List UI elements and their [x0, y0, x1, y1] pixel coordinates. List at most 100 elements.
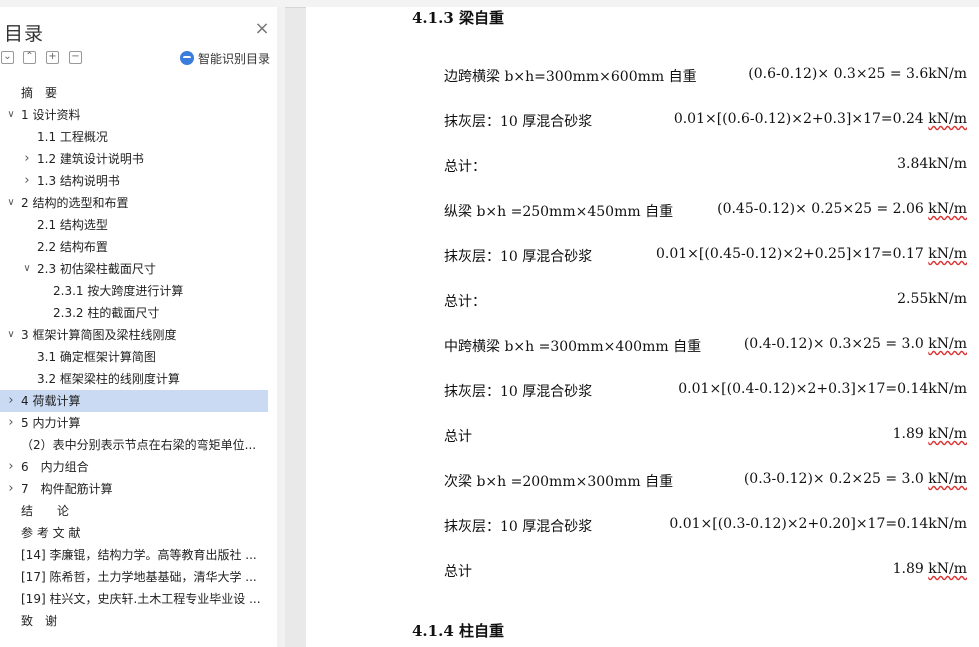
toc-panel: 目录 × ⌄ ⌃ + − 智能识别目录 摘 要 ∨ 1 设计资料 1.1 工程概况 › 1…: [0, 7, 278, 647]
toc-item[interactable]: ∨ 2.3 初估梁柱截面尺寸: [0, 258, 268, 280]
toc-item-label: 7 构件配筋计算: [21, 482, 113, 496]
toc-item[interactable]: [17] 陈希哲，土力学地基基础，清华大学 ...: [0, 566, 268, 588]
calc-line-label: 抹灰层：10 厚混合砂浆: [444, 249, 593, 265]
toc-item-label: [19] 柱兴文，史庆轩.土木工程专业毕业设 ...: [21, 592, 261, 606]
add-heading-icon[interactable]: +: [46, 51, 59, 64]
chevron-right-icon[interactable]: ›: [21, 148, 33, 170]
close-icon[interactable]: ×: [254, 20, 270, 38]
toc-item[interactable]: › 1.2 建筑设计说明书: [0, 148, 268, 170]
calc-line-formula: 0.01×[(0.6-0.12)×2+0.3]×17=0.24 kN/m: [673, 111, 967, 127]
expand-all-icon[interactable]: ⌃: [23, 51, 36, 64]
toc-scrollbar[interactable]: [277, 7, 285, 647]
smart-toc-button[interactable]: 智能识别目录: [180, 50, 270, 66]
toc-item-label: （2）表中分别表示节点在右梁的弯矩单位...: [21, 438, 257, 452]
toc-item-label: 4 荷载计算: [21, 394, 81, 408]
chevron-right-icon[interactable]: ›: [5, 412, 17, 434]
toc-item-label: 6 内力组合: [21, 460, 89, 474]
toc-item-label: 摘 要: [21, 86, 58, 100]
toc-item[interactable]: › 5 内力计算: [0, 412, 268, 434]
toc-item[interactable]: 2.3.2 柱的截面尺寸: [0, 302, 268, 324]
toc-item[interactable]: › 4 荷载计算: [0, 390, 268, 412]
chevron-right-icon[interactable]: ›: [21, 170, 33, 192]
toc-item[interactable]: 参 考 文 献: [0, 522, 268, 544]
document-page[interactable]: 4.1.3 梁自重 边跨横梁 b×h=300mm×600mm 自重 (0.6-0.…: [306, 7, 979, 647]
toc-item-label: 5 内力计算: [21, 416, 81, 430]
toc-item-label: 2.3.2 柱的截面尺寸: [53, 306, 160, 320]
calc-line: 抹灰层：10 厚混合砂浆 0.01×[(0.45-0.12)×2+0.25]×17…: [306, 246, 979, 266]
calc-line-formula: 2.55kN/m: [897, 291, 967, 307]
calc-line-label: 边跨横梁 b×h=300mm×600mm 自重: [444, 69, 697, 85]
toc-item[interactable]: 2.2 结构布置: [0, 236, 268, 258]
spellcheck-underline: kN/m: [928, 201, 967, 217]
calc-line-formula: (0.45-0.12)× 0.25×25 = 2.06 kN/m: [717, 201, 967, 217]
spellcheck-underline: kN/m: [928, 561, 967, 577]
toc-item-label: 2 结构的选型和布置: [21, 196, 129, 210]
calc-line: 中跨横梁 b×h =300mm×400mm 自重 (0.4-0.12)× 0.3×…: [306, 336, 979, 356]
calc-line-label: 抹灰层：10 厚混合砂浆: [444, 519, 593, 535]
calc-line-label: 总计：: [444, 294, 486, 310]
chevron-down-icon[interactable]: ∨: [5, 324, 17, 346]
calc-line: 抹灰层：10 厚混合砂浆 0.01×[(0.4-0.12)×2+0.3]×17=0…: [306, 381, 979, 401]
toc-title: 目录: [4, 23, 45, 45]
chevron-right-icon[interactable]: ›: [5, 478, 17, 500]
calc-line: 总计： 3.84kN/m: [306, 156, 979, 176]
toc-item-label: 2.2 结构布置: [37, 240, 108, 254]
spellcheck-underline: kN/m: [928, 111, 967, 127]
toc-item[interactable]: 3.1 确定框架计算简图: [0, 346, 268, 368]
chevron-down-icon[interactable]: ∨: [5, 104, 17, 126]
toc-item[interactable]: [14] 李廉锟，结构力学。高等教育出版社 ...: [0, 544, 268, 566]
calc-line-label: 纵梁 b×h =250mm×450mm 自重: [444, 204, 674, 220]
toc-item[interactable]: 致 谢: [0, 610, 268, 632]
calc-line-label: 抹灰层：10 厚混合砂浆: [444, 384, 593, 400]
toc-item[interactable]: （2）表中分别表示节点在右梁的弯矩单位...: [0, 434, 268, 456]
chevron-right-icon[interactable]: ›: [5, 390, 17, 412]
chevron-right-icon[interactable]: ›: [5, 456, 17, 478]
calc-line-label: 总计：: [444, 159, 486, 175]
spellcheck-underline: kN/m: [928, 471, 967, 487]
toc-item-label: [14] 李廉锟，结构力学。高等教育出版社 ...: [21, 548, 257, 562]
toc-list: 摘 要 ∨ 1 设计资料 1.1 工程概况 › 1.2 建筑设计说明书 › 1.3 结构说明书…: [0, 82, 277, 632]
toc-item-label: 2.1 结构选型: [37, 218, 108, 232]
toc-item[interactable]: › 7 构件配筋计算: [0, 478, 268, 500]
toc-item[interactable]: › 1.3 结构说明书: [0, 170, 268, 192]
smart-toc-label: 智能识别目录: [198, 51, 271, 66]
toc-item-label: 3.1 确定框架计算简图: [37, 350, 156, 364]
calc-line-formula: 0.01×[(0.4-0.12)×2+0.3]×17=0.14kN/m: [678, 381, 967, 397]
toc-item-label: 2.3.1 按大跨度进行计算: [53, 284, 184, 298]
chevron-down-icon[interactable]: ∨: [5, 192, 17, 214]
toc-item[interactable]: 1.1 工程概况: [0, 126, 268, 148]
toc-item-label: 1.2 建筑设计说明书: [37, 152, 144, 166]
toc-item[interactable]: ∨ 1 设计资料: [0, 104, 268, 126]
toc-item[interactable]: › 6 内力组合: [0, 456, 268, 478]
calc-line: 边跨横梁 b×h=300mm×600mm 自重 (0.6-0.12)× 0.3×2…: [306, 66, 979, 86]
calc-line-formula: (0.3-0.12)× 0.2×25 = 3.0 kN/m: [743, 471, 967, 487]
remove-heading-icon[interactable]: −: [69, 51, 82, 64]
calc-line-label: 总计: [444, 564, 472, 580]
toc-item[interactable]: 3.2 框架梁柱的线刚度计算: [0, 368, 268, 390]
toc-item[interactable]: 摘 要: [0, 82, 268, 104]
calc-line-formula: (0.6-0.12)× 0.3×25 = 3.6kN/m: [748, 66, 967, 82]
toc-item-label: [17] 陈希哲，土力学地基基础，清华大学 ...: [21, 570, 257, 584]
toc-item[interactable]: 2.1 结构选型: [0, 214, 268, 236]
calc-line-label: 总计: [444, 429, 472, 445]
toc-item-label: 2.3 初估梁柱截面尺寸: [37, 262, 156, 276]
calc-line: 总计： 2.55kN/m: [306, 291, 979, 311]
calc-line-formula: 0.01×[(0.3-0.12)×2+0.20]×17=0.14kN/m: [669, 516, 967, 532]
spellcheck-underline: kN/m: [928, 336, 967, 352]
toc-item-label: 3.2 框架梁柱的线刚度计算: [37, 372, 180, 386]
spellcheck-underline: kN/m: [928, 426, 967, 442]
toc-item[interactable]: ∨ 3 框架计算简图及梁柱线刚度: [0, 324, 268, 346]
toc-item[interactable]: 结 论: [0, 500, 268, 522]
calc-line-formula: (0.4-0.12)× 0.3×25 = 3.0 kN/m: [743, 336, 967, 352]
calc-line: 总计 1.89 kN/m: [306, 561, 979, 581]
calc-line: 总计 1.89 kN/m: [306, 426, 979, 446]
chevron-down-icon[interactable]: ∨: [21, 258, 33, 280]
toc-item[interactable]: ∨ 2 结构的选型和布置: [0, 192, 268, 214]
toc-item[interactable]: 2.3.1 按大跨度进行计算: [0, 280, 268, 302]
calc-line: 抹灰层：10 厚混合砂浆 0.01×[(0.6-0.12)×2+0.3]×17=0…: [306, 111, 979, 131]
toc-item-label: 致 谢: [21, 614, 58, 628]
ai-assistant-icon: [180, 51, 194, 65]
toc-item[interactable]: [19] 柱兴文，史庆轩.土木工程专业毕业设 ...: [0, 588, 268, 610]
collapse-all-icon[interactable]: ⌄: [1, 51, 14, 64]
calc-line: 纵梁 b×h =250mm×450mm 自重 (0.45-0.12)× 0.25×…: [306, 201, 979, 221]
